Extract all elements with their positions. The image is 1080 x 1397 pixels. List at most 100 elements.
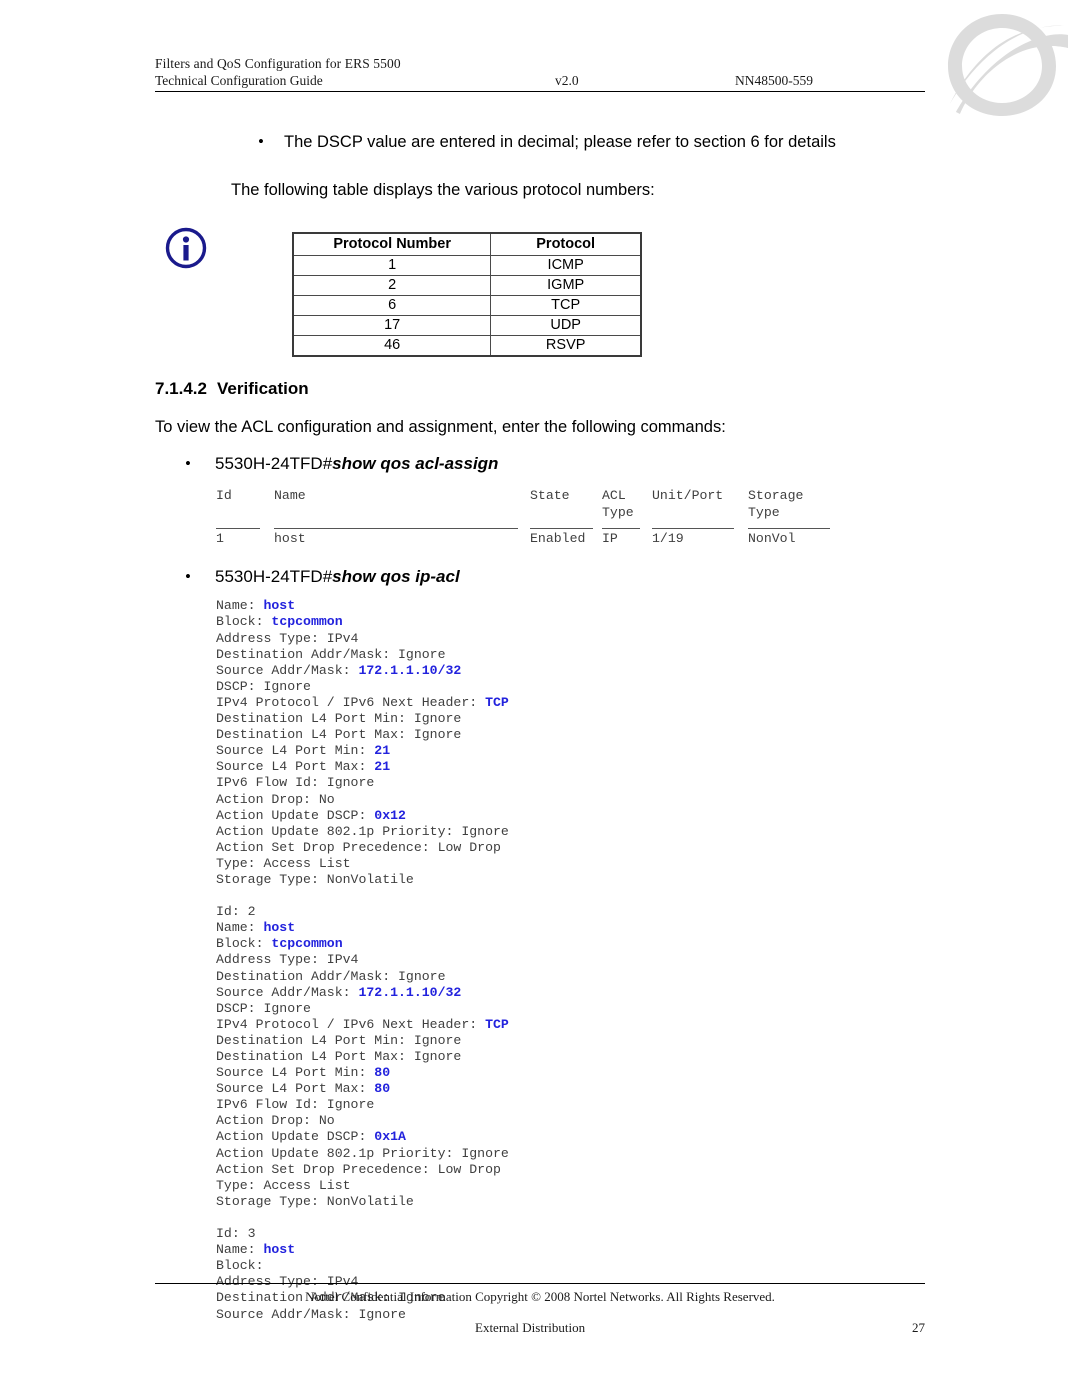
cli-line-value: 0x12 (374, 807, 406, 823)
cli-line-label: DSCP: Ignore (216, 678, 311, 694)
bullet-glyph: • (185, 567, 191, 587)
cli-line-label: Action Update 802.1p Priority: Ignore (216, 1145, 509, 1161)
cli-line-value: 21 (374, 759, 391, 775)
hdr2-storage-type: Type (748, 504, 780, 520)
hdr2-name (274, 505, 530, 522)
cell-protocol-number: 1 (292, 255, 492, 276)
cli-line-label: Destination L4 Port Min: Ignore (216, 1032, 462, 1048)
cli-line: Type: Access List (216, 856, 1080, 872)
hdr-unit-port: Unit/Port (652, 488, 724, 503)
hdr2-state (530, 505, 602, 522)
cli-line-value: host (263, 1242, 296, 1258)
nortel-globemark-logo (948, 14, 1068, 116)
cli-line-value: 80 (374, 1081, 391, 1097)
cli-line-label: Name: (216, 598, 264, 614)
rule-unit-port (652, 527, 748, 529)
cli-line: Address Type: IPv4 (216, 952, 1080, 968)
cli-line-value: 80 (374, 1065, 391, 1081)
cell-protocol-name: IGMP (490, 275, 642, 296)
cell-protocol-name: ICMP (490, 255, 642, 276)
cli-line: IPv4 Protocol / IPv6 Next Header: TCP (216, 695, 1080, 711)
bullet-glyph: • (258, 132, 264, 151)
header-title-line2: Technical Configuration Guide (155, 73, 323, 88)
cell-protocol-number: 2 (292, 275, 492, 296)
cli-line-label: DSCP: Ignore (216, 1000, 311, 1016)
section-title: Verification (217, 379, 309, 398)
hdr-state: State (530, 488, 570, 503)
cli-line: Action Update 802.1p Priority: Ignore (216, 824, 1080, 840)
cli-line: Name: host (216, 920, 1080, 936)
footer-page-number: 27 (912, 1320, 925, 1335)
rule-state (530, 527, 602, 529)
cli-line-label: Destination L4 Port Max: Ignore (216, 727, 462, 743)
acl-assign-header-row1: Id Name State ACL Unit/Port Storage (216, 488, 856, 505)
cli-line-label: Source Addr/Mask: (216, 662, 359, 678)
bullet-glyph: • (185, 454, 191, 473)
cli-line-label: Storage Type: NonVolatile (216, 871, 414, 887)
hdr-name: Name (274, 488, 306, 503)
cli-command: show qos acl-assign (332, 454, 499, 473)
cli-line: Source L4 Port Max: 21 (216, 759, 1080, 775)
dscp-bullet-item: • The DSCP value are entered in decimal;… (258, 130, 1080, 154)
cli-line-value: TCP (485, 694, 509, 710)
cli-line: Block: tcpcommon (216, 936, 1080, 952)
cli-blank-line (216, 1210, 1080, 1226)
header-doc-id: NN48500-559 (735, 73, 813, 88)
cli-line-label: Source L4 Port Min: (216, 1065, 375, 1081)
cli-line: Destination L4 Port Min: Ignore (216, 1033, 1080, 1049)
cli-id-line: Id: 3 (216, 1226, 256, 1242)
hdr-acl: ACL (602, 488, 626, 503)
cell-name: host (274, 530, 306, 546)
cli-line-label: Source L4 Port Min: (216, 743, 375, 759)
cli-line-label: Address Type: IPv4 (216, 630, 359, 646)
cli-line: Source L4 Port Max: 80 (216, 1081, 1080, 1097)
footer-divider (155, 1283, 925, 1284)
cli-line: Destination Addr/Mask: Ignore (216, 647, 1080, 663)
rule-id (216, 527, 274, 529)
cell-id: 1 (216, 530, 224, 546)
acl-assign-underline-row (216, 527, 856, 529)
info-circle-icon (165, 227, 207, 269)
cli-line: Source L4 Port Min: 21 (216, 743, 1080, 759)
table-row: 1 ICMP (292, 255, 642, 276)
cli-line-label: Block: (216, 936, 272, 952)
cli-line-value: host (263, 598, 296, 614)
footer-distribution: External Distribution (475, 1320, 586, 1335)
cli-line: Source L4 Port Min: 80 (216, 1065, 1080, 1081)
cli-line: IPv6 Flow Id: Ignore (216, 775, 1080, 791)
rule-name (274, 527, 530, 529)
cli-line-label: Destination Addr/Mask: Ignore (216, 968, 446, 984)
table-header-row: Protocol Number Protocol (292, 232, 642, 256)
cli-line-label: Destination L4 Port Max: Ignore (216, 1049, 462, 1065)
cli-line: Destination L4 Port Min: Ignore (216, 711, 1080, 727)
cli-line: Action Set Drop Precedence: Low Drop (216, 840, 1080, 856)
acl-assign-data-row: 1 host Enabled IP 1/19 NonVol (216, 531, 856, 548)
ip-acl-output: Name: host Block: tcpcommon Address Type: … (216, 598, 1080, 1322)
cli-line: DSCP: Ignore (216, 679, 1080, 695)
col-header-protocol: Protocol (490, 232, 642, 256)
cli-line-value: TCP (485, 1016, 509, 1032)
cli-line: Destination L4 Port Max: Ignore (216, 727, 1080, 743)
cli-line-label: Action Update DSCP: (216, 1129, 375, 1145)
cli-line-label: Source Addr/Mask: (216, 984, 359, 1000)
cell-acl-type: IP (602, 530, 618, 546)
footer-copyright: Nortel Confidential Information Copyrigh… (305, 1289, 775, 1304)
command-line-acl-assign: 5530H-24TFD#show qos acl-assign (215, 452, 498, 476)
page-footer: Nortel Confidential Information Copyrigh… (155, 1283, 925, 1337)
protocol-number-table: Protocol Number Protocol 1 ICMP 2 IGMP 6… (292, 232, 642, 357)
cli-line-label: IPv4 Protocol / IPv6 Next Header: (216, 694, 486, 710)
cli-line-label: Type: Access List (216, 1177, 351, 1193)
command-bullet-ip-acl: • 5530H-24TFD#show qos ip-acl (185, 565, 1080, 589)
cli-line-value: 21 (374, 743, 391, 759)
footer-meta-row: External Distribution 27 (155, 1319, 925, 1337)
cli-line: Address Type: IPv4 (216, 631, 1080, 647)
cli-line-label: Name: (216, 920, 264, 936)
cli-line: Source Addr/Mask: 172.1.1.10/32 (216, 663, 1080, 679)
cli-line: Destination L4 Port Max: Ignore (216, 1049, 1080, 1065)
cli-line-label: Action Set Drop Precedence: Low Drop (216, 839, 501, 855)
cli-line-label: Block: (216, 1258, 264, 1274)
cli-line: Destination Addr/Mask: Ignore (216, 969, 1080, 985)
cell-protocol-number: 6 (292, 295, 492, 316)
dscp-bullet-text: The DSCP value are entered in decimal; p… (284, 133, 836, 151)
info-note-block: The following table displays the various… (155, 178, 1080, 269)
